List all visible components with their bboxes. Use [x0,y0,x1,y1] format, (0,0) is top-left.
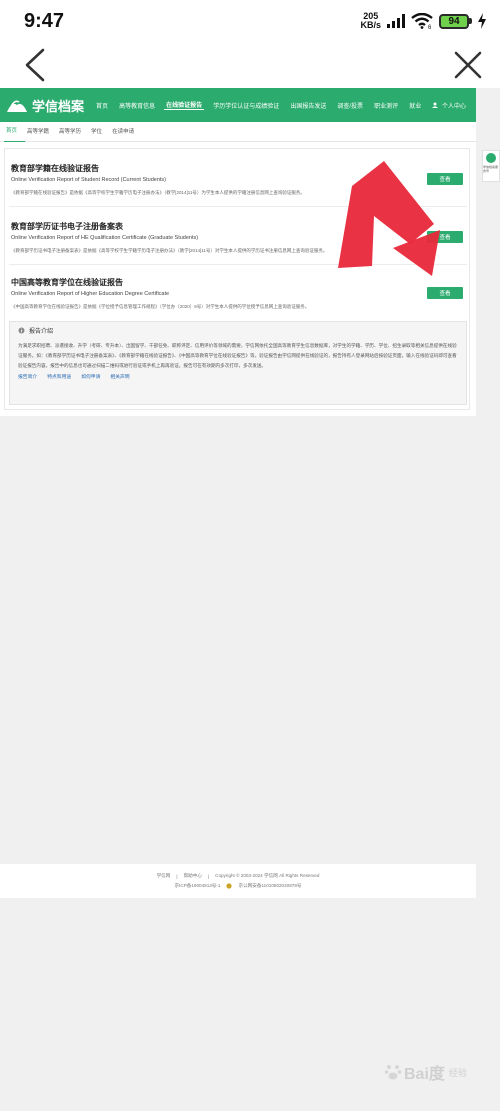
report-item: 教育部学籍在线验证报告 Online Verification Report o… [9,149,467,207]
signal-icon [387,14,405,28]
watermark-brand: Bai度 [404,1066,445,1083]
service-account-icon [486,153,496,163]
footer-link-help[interactable]: 帮助中心 [184,873,202,879]
wifi-badge: 6 [428,25,432,29]
close-icon[interactable] [454,51,482,79]
nav-certification[interactable]: 学历学位认证与成绩验证 [211,101,281,110]
charging-icon [478,13,486,29]
speed-unit: KB/s [360,20,381,30]
report-title: 教育部学历证书电子注册备案表 [11,222,123,231]
report-subtitle: Online Verification Report of Higher Edu… [11,291,170,297]
nav-jobs[interactable]: 就业 [407,101,423,110]
site-logo[interactable]: 学信档案 [6,96,94,115]
report-description: 《教育部学历证书电子注册备案表》是依据《高等学校学生学籍学历电子注册办法》（教学… [11,248,328,253]
status-icons: 205 KB/s 6 94 [360,12,486,30]
nav-career-test[interactable]: 职业测评 [372,101,400,110]
webview: 学信档案 首页 高等教育信息 在线验证报告 学历学位认证与成绩验证 出国报告发送… [0,88,500,1111]
link-features[interactable]: 特点和用途 [47,373,71,380]
battery-level: 94 [439,13,469,29]
book-logo-icon [7,100,27,112]
baidu-watermark: Bai度 经验 [384,1060,467,1084]
report-subtitle: Online Verification Report of HE Qualifi… [11,235,199,241]
nav-home[interactable]: 首页 [94,101,110,110]
site-header: 学信档案 首页 高等教育信息 在线验证报告 学历学位认证与成绩验证 出国报告发送… [0,88,476,122]
battery-icon: 94 [439,13,472,29]
logo-text: 学信档案 [32,98,85,114]
report-description: 《中国高等教育学位在线验证报告》是依据《学位授予信息管理工作规程》（学位办〔20… [11,304,310,309]
intro-heading-text: 报告介绍 [29,329,54,335]
view-button[interactable]: 查看 [427,173,463,185]
side-service-widget[interactable]: 学信档案服务号 [482,150,500,182]
link-report-intro[interactable]: 报告简介 [18,373,37,380]
nav-higher-edu-info[interactable]: 高等教育信息 [117,101,157,110]
watermark-sub: 经验 [448,1067,467,1078]
link-statement[interactable]: 相关声明 [110,373,129,380]
clock: 9:47 [24,9,65,32]
subnav-home[interactable]: 首页 [4,121,26,142]
intro-heading: 报告介绍 [18,326,458,335]
intro-text: 为满足求职招聘、派遣接收、升学（考研、专升本）、出国留学、干部任免、职称评定、信… [18,343,457,368]
network-speed: 205 KB/s [360,12,381,30]
wifi-icon: 6 [411,13,433,29]
nav-overseas-report[interactable]: 出国报告发送 [288,101,328,110]
side-widget-label: 学信档案服务号 [483,165,499,173]
police-badge-icon [226,883,233,889]
report-intro-box: 报告介绍 为满足求职招聘、派遣接收、升学（考研、专升本）、出国留学、干部任免、职… [9,321,467,405]
footer-copyright: Copyright © 2003-2024 学信网 All Rights Res… [215,873,320,878]
report-list: 教育部学籍在线验证报告 Online Verification Report o… [4,148,470,410]
info-icon [18,327,25,334]
subnav-degree[interactable]: 学位 [89,122,110,142]
footer-link-chsi[interactable]: 学信网 [157,873,171,879]
user-icon [432,102,439,108]
subnav-qualification[interactable]: 高等学历 [57,122,89,142]
top-nav: 首页 高等教育信息 在线验证报告 学历学位认证与成绩验证 出国报告发送 调查/投… [94,100,470,110]
footer-police[interactable]: 京公网安备11010802020878号 [238,883,301,889]
subnav-student-record[interactable]: 高等学籍 [25,122,57,142]
personal-center-label: 个人中心 [441,103,466,110]
subnav-enrollment-apply[interactable]: 在读申请 [110,122,142,142]
report-subtitle: Online Verification Report of Student Re… [11,177,166,183]
view-button[interactable]: 查看 [427,287,463,299]
report-description: 《教育部学籍在线验证报告》是依据《高等学校学生学籍学历电子注册办法》（教学[20… [11,190,305,195]
status-bar: 9:47 205 KB/s 6 94 [0,0,500,42]
back-icon[interactable] [24,48,46,82]
nav-online-report[interactable]: 在线验证报告 [164,100,205,110]
footer-icp[interactable]: 京ICP备19004913号-1 [175,883,221,889]
sub-nav: 首页 高等学籍 高等学历 学位 在读申请 [0,122,476,142]
paw-icon [384,1065,402,1080]
footer-links: 学信网 | 帮助中心 | Copyright © 2003-2024 学信网 A… [156,873,320,879]
report-item: 中国高等教育学位在线验证报告 Online Verification Repor… [9,263,467,321]
report-title: 中国高等教育学位在线验证报告 [11,278,123,287]
link-how-to-apply[interactable]: 如何申请 [81,373,100,380]
view-button[interactable]: 查看 [427,231,463,243]
nav-personal-center[interactable]: 个人中心 [430,101,470,110]
report-title: 教育部学籍在线验证报告 [11,164,99,173]
site-footer: 学信网 | 帮助中心 | Copyright © 2003-2024 学信网 A… [0,864,476,898]
browser-nav-bar [0,42,500,88]
web-page: 学信档案 首页 高等教育信息 在线验证报告 学历学位认证与成绩验证 出国报告发送… [0,88,476,416]
report-item: 教育部学历证书电子注册备案表 Online Verification Repor… [9,207,467,265]
footer-registration: 京ICP备19004913号-1 京公网安备11010802020878号 [175,883,301,889]
nav-survey[interactable]: 调查/投票 [335,101,365,110]
intro-links: 报告简介 特点和用途 如何申请 相关声明 [18,373,458,380]
